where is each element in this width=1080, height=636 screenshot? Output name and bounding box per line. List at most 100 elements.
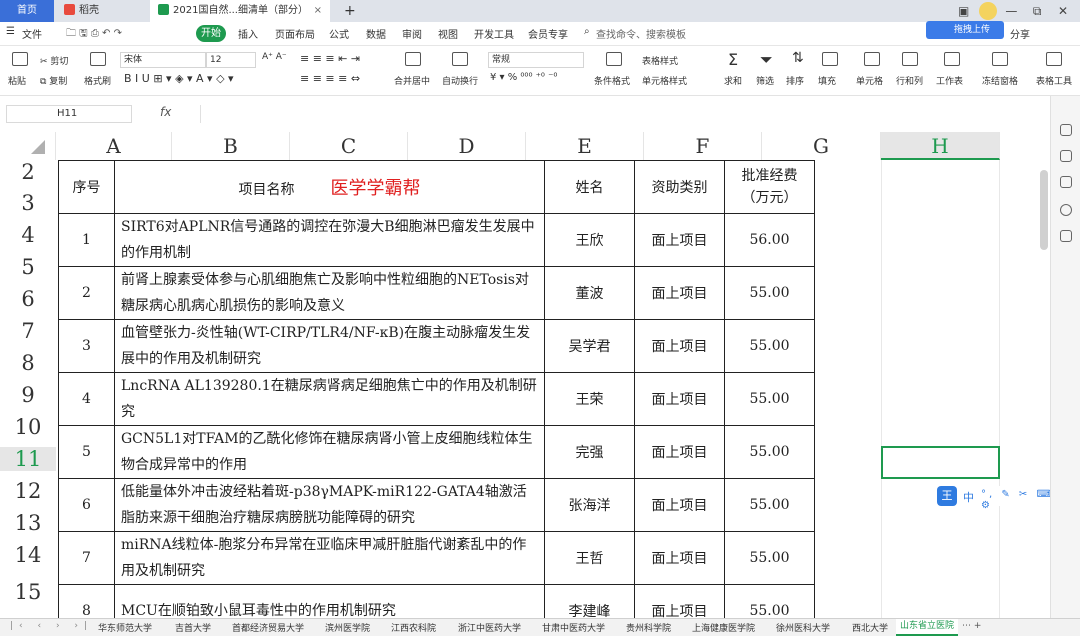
freeze-button[interactable]: 冻结窗格	[982, 74, 1018, 87]
selected-cell-h11[interactable]	[881, 446, 1000, 479]
menu-page-layout[interactable]: 页面布局	[275, 26, 315, 41]
merge-button[interactable]: 合并居中	[394, 74, 430, 87]
sheet-tab[interactable]: 吉首大学	[175, 621, 211, 634]
sum-icon[interactable]: Σ	[728, 50, 738, 69]
cell-name[interactable]: 低能量体外冲击波经粘着斑-p38γMAPK-miR122-GATA4轴激活脂肪来…	[114, 478, 545, 532]
cell-person[interactable]: 王欣	[544, 213, 635, 267]
cell-person[interactable]: 李建峰	[544, 584, 635, 618]
name-box[interactable]: H11	[6, 105, 132, 123]
command-search[interactable]: 查找命令、搜索模板	[596, 26, 686, 41]
ime-logo-icon[interactable]: 王	[937, 486, 957, 506]
help-icon[interactable]	[1060, 204, 1072, 216]
worksheet-button[interactable]: 工作表	[936, 74, 963, 87]
cell-no[interactable]: 4	[58, 372, 115, 426]
font-grow-shrink[interactable]: A⁺ A⁻	[262, 52, 287, 62]
cell-person[interactable]: 王哲	[544, 531, 635, 585]
cut-button[interactable]: ✂ 剪切	[40, 54, 68, 67]
worksheet-icon[interactable]	[944, 52, 960, 66]
sheet-tab[interactable]: 首都经济贸易大学	[232, 621, 304, 634]
sheet-tab[interactable]: 江西农科院	[391, 621, 436, 634]
cell-no[interactable]: 2	[58, 266, 115, 320]
menu-formula[interactable]: 公式	[329, 26, 349, 41]
number-format-buttons[interactable]: ¥ ▾ % ⁰⁰⁰ ⁺⁰ ⁻⁰	[490, 72, 557, 83]
header-name[interactable]: 项目名称 医学学霸帮	[114, 160, 545, 214]
align-buttons[interactable]: ≡ ≡ ≡ ⇤ ⇥	[300, 52, 360, 65]
conditional-format-icon[interactable]	[606, 52, 622, 66]
sheet-grid[interactable]: 序号 项目名称 医学学霸帮 姓名 资助类别 批准经费（万元） 1 SIRT6对AP…	[58, 160, 1050, 618]
sheet-tab[interactable]: 华东师范大学	[98, 621, 152, 634]
shape-icon[interactable]	[1060, 176, 1072, 188]
row-header-7[interactable]: 7	[0, 319, 56, 343]
cell-fund[interactable]: 55.00	[724, 266, 815, 320]
sheet-tab[interactable]: 甘肃中医药大学	[542, 621, 605, 634]
cell-no[interactable]: 5	[58, 425, 115, 479]
menu-data[interactable]: 数据	[366, 26, 386, 41]
cell-name[interactable]: 前肾上腺素受体参与心肌细胞焦亡及影响中性粒细胞的NETosis对糖尿病心肌病心肌…	[114, 266, 545, 320]
cell-no[interactable]: 6	[58, 478, 115, 532]
table-tools-icon[interactable]	[1046, 52, 1062, 66]
cell-name[interactable]: SIRT6对APLNR信号通路的调控在弥漫大B细胞淋巴瘤发生发展中的作用机制	[114, 213, 545, 267]
menu-file[interactable]: 文件	[22, 26, 42, 41]
copy-button[interactable]: ⧉ 复制	[40, 74, 67, 87]
sum-button[interactable]: 求和	[724, 74, 742, 87]
cell-person[interactable]: 王荣	[544, 372, 635, 426]
sheet-tab[interactable]: 贵州科学院	[626, 621, 671, 634]
cell-type[interactable]: 面上项目	[634, 425, 725, 479]
cell-fund[interactable]: 55.00	[724, 478, 815, 532]
avatar[interactable]	[978, 2, 997, 20]
row-header-4[interactable]: 4	[0, 223, 56, 247]
menu-member[interactable]: 会员专享	[528, 26, 568, 41]
number-format-select[interactable]: 常规	[488, 52, 584, 68]
table-tools-button[interactable]: 表格工具	[1036, 74, 1072, 87]
rowcol-icon[interactable]	[902, 52, 918, 66]
cell-person[interactable]: 完强	[544, 425, 635, 479]
row-header-5[interactable]: 5	[0, 255, 56, 279]
row-header-14[interactable]: 14	[0, 543, 56, 567]
formula-input[interactable]	[200, 105, 1040, 123]
fill-button[interactable]: 填充	[818, 74, 836, 87]
cell-person[interactable]: 吴学君	[544, 319, 635, 373]
cell-icon[interactable]	[864, 52, 880, 66]
fx-icon[interactable]: fx	[160, 105, 171, 119]
cell-type[interactable]: 面上项目	[634, 584, 725, 618]
cell-type[interactable]: 面上项目	[634, 478, 725, 532]
backup-icon[interactable]	[1060, 230, 1072, 242]
row-header-11[interactable]: 11	[0, 447, 56, 471]
sheet-tab[interactable]: 上海健康医学院	[692, 621, 755, 634]
cell-fund[interactable]: 55.00	[724, 531, 815, 585]
row-header-15[interactable]: 15	[0, 580, 56, 604]
row-header-10[interactable]: 10	[0, 415, 56, 439]
cell-name[interactable]: LncRNA AL139280.1在糖尿病肾病足细胞焦亡中的作用及机制研究	[114, 372, 545, 426]
table-style-button[interactable]: 表格样式	[642, 54, 678, 67]
sheet-tab[interactable]: 徐州医科大学	[776, 621, 830, 634]
vertical-scrollbar[interactable]	[1040, 170, 1048, 250]
restore-button[interactable]: ⧉	[1026, 4, 1048, 19]
cell-person[interactable]: 董波	[544, 266, 635, 320]
font-style-buttons[interactable]: B I U ⊞ ▾ ◈ ▾ A ▾ ◇ ▾	[124, 72, 234, 85]
row-header-3[interactable]: 3	[0, 191, 56, 215]
cell-fund[interactable]: 56.00	[724, 213, 815, 267]
sort-icon[interactable]: ⇅	[792, 50, 804, 66]
cell-fund[interactable]: 55.00	[724, 372, 815, 426]
cell-type[interactable]: 面上项目	[634, 372, 725, 426]
close-window-button[interactable]: ✕	[1052, 4, 1074, 18]
filter-button[interactable]: 筛选	[756, 74, 774, 87]
cell-no[interactable]: 8	[58, 584, 115, 618]
cell-name[interactable]: 血管壁张力-炎性轴(WT-CIRP/TLR4/NF-κB)在腹主动脉瘤发生发展中…	[114, 319, 545, 373]
header-no[interactable]: 序号	[58, 160, 115, 214]
cell-no[interactable]: 3	[58, 319, 115, 373]
menu-view[interactable]: 视图	[438, 26, 458, 41]
row-header-6[interactable]: 6	[0, 287, 56, 311]
cell-type[interactable]: 面上项目	[634, 319, 725, 373]
cell-type[interactable]: 面上项目	[634, 213, 725, 267]
cell-no[interactable]: 1	[58, 213, 115, 267]
filter-icon[interactable]: ⏷	[760, 50, 773, 70]
col-header-a[interactable]: A	[56, 132, 172, 160]
col-header-c[interactable]: C	[290, 132, 408, 160]
select-all-corner[interactable]	[0, 132, 56, 160]
hamburger-icon[interactable]: ☰	[6, 26, 15, 37]
menu-dev-tools[interactable]: 开发工具	[474, 26, 514, 41]
header-fund[interactable]: 批准经费（万元）	[724, 160, 815, 214]
share-button[interactable]: 分享	[1010, 26, 1030, 41]
cell-fund[interactable]: 55.00	[724, 425, 815, 479]
